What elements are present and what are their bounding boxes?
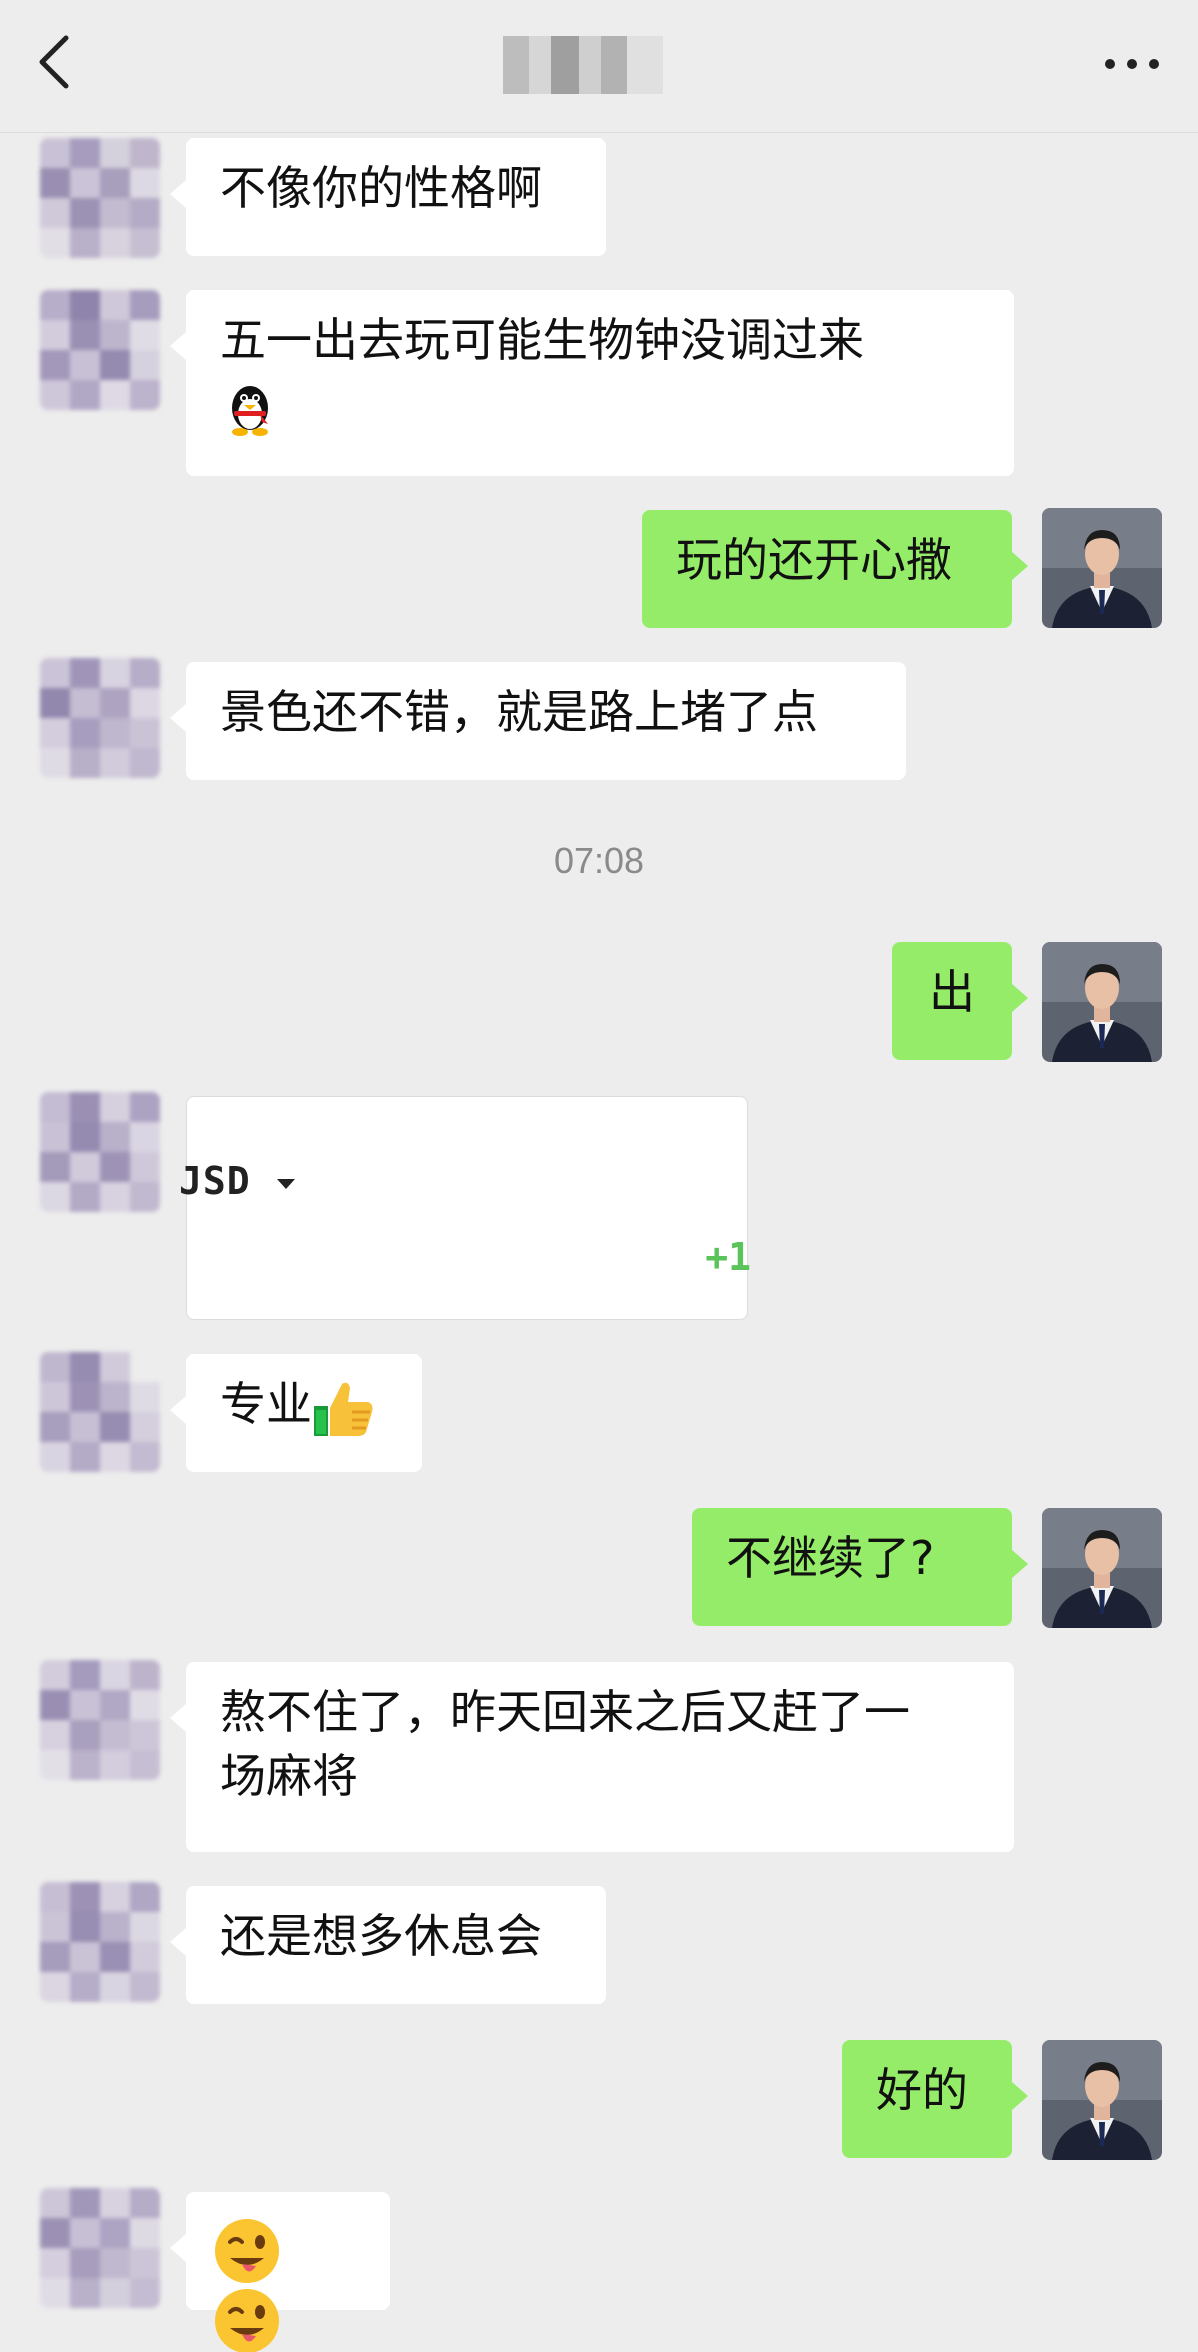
back-button[interactable]	[28, 30, 88, 94]
profile-photo	[1042, 508, 1162, 628]
message-text-line2: 场麻将	[220, 1749, 358, 1803]
message-bubble-outgoing[interactable]: 不继续了?	[692, 1508, 1028, 1626]
card-change-value: +1	[705, 1235, 751, 1279]
message-bubble-outgoing[interactable]: 玩的还开心撒	[642, 510, 1028, 628]
message-text: 景色还不错，就是路上堵了点	[220, 685, 818, 739]
my-avatar[interactable]	[1042, 942, 1162, 1062]
message-bubble-incoming[interactable]: 还是想多休息会	[170, 1886, 606, 2004]
shared-card-message[interactable]: JSD +1	[179, 1096, 751, 1320]
contact-avatar[interactable]	[40, 658, 160, 778]
message-text: 不继续了?	[726, 1531, 935, 1585]
message-text-line1: 熬不住了，昨天回来之后又赶了一	[220, 1685, 910, 1739]
message-text: 还是想多休息会	[220, 1909, 542, 1963]
message-bubble-incoming[interactable]: 不像你的性格啊	[170, 138, 606, 256]
message-bubble-incoming[interactable]: 景色还不错，就是路上堵了点	[170, 662, 906, 780]
chevron-left-icon	[39, 35, 69, 89]
winking-tongue-emoji	[215, 2219, 279, 2283]
more-dots-icon	[1105, 59, 1159, 69]
my-avatar[interactable]	[1042, 508, 1162, 628]
contact-avatar[interactable]	[40, 138, 160, 258]
message-text: 好的	[876, 2063, 968, 2117]
penguin-emoji	[232, 385, 268, 436]
emoji-message[interactable]	[170, 2192, 390, 2352]
contact-avatar[interactable]	[40, 2188, 160, 2308]
chat-screen: 不像你的性格啊 五一出去玩可能生物钟没调过来 玩的还开心撒 景色还不错，就是路上…	[0, 0, 1198, 2352]
card-label: JSD	[179, 1149, 297, 1213]
profile-photo	[1042, 2040, 1162, 2160]
message-bubble-incoming[interactable]: 五一出去玩可能生物钟没调过来	[170, 290, 1014, 476]
message-bubble-incoming[interactable]: 熬不住了，昨天回来之后又赶了一 场麻将	[170, 1662, 1014, 1852]
message-bubble-outgoing[interactable]: 好的	[842, 2040, 1028, 2158]
message-bubble-outgoing[interactable]: 出	[892, 942, 1028, 1060]
my-avatar[interactable]	[1042, 1508, 1162, 1628]
message-text: 专业	[220, 1377, 312, 1431]
contact-avatar[interactable]	[40, 1660, 160, 1780]
message-text: 不像你的性格啊	[220, 161, 542, 215]
profile-photo	[1042, 1508, 1162, 1628]
profile-photo	[1042, 942, 1162, 1062]
contact-avatar[interactable]	[40, 1352, 160, 1472]
message-bubble-incoming[interactable]: 专业	[170, 1354, 422, 1472]
contact-avatar[interactable]	[40, 290, 160, 410]
contact-name-blurred	[503, 36, 663, 94]
message-text: 五一出去玩可能生物钟没调过来	[220, 313, 864, 367]
contact-avatar[interactable]	[40, 1882, 160, 2002]
message-text: 玩的还开心撒	[676, 533, 952, 587]
timestamp: 07:08	[553, 840, 645, 881]
my-avatar[interactable]	[1042, 2040, 1162, 2160]
winking-tongue-emoji	[215, 2289, 279, 2352]
caret-down-icon	[276, 1178, 295, 1189]
chat-header	[0, 0, 1198, 133]
thumbs-up-emoji	[314, 1382, 373, 1436]
message-text: 出	[929, 965, 975, 1019]
contact-avatar[interactable]	[40, 1092, 160, 1212]
more-button[interactable]	[1100, 48, 1164, 80]
